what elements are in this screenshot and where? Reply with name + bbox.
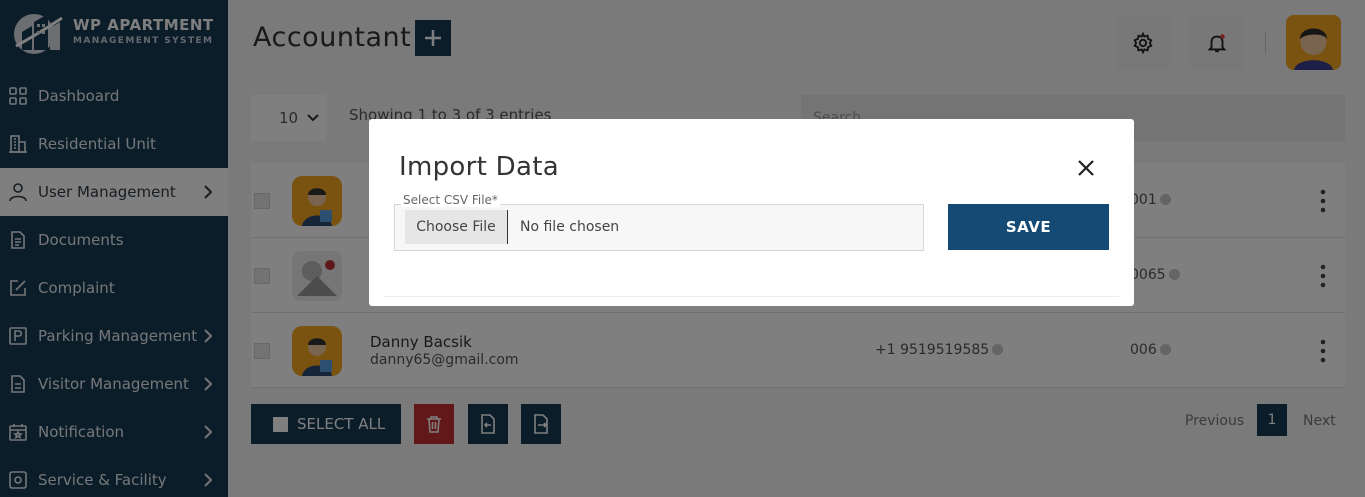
choose-file-button[interactable]: Choose File (405, 210, 508, 244)
file-input-label: Select CSV File* (401, 193, 500, 207)
import-data-modal: Import Data Select CSV File* Choose File… (369, 119, 1134, 306)
file-status: No file chosen (520, 219, 620, 235)
close-icon[interactable] (1077, 159, 1095, 177)
modal-title: Import Data (399, 152, 559, 182)
modal-divider (384, 296, 1119, 297)
save-button[interactable]: SAVE (948, 204, 1109, 250)
